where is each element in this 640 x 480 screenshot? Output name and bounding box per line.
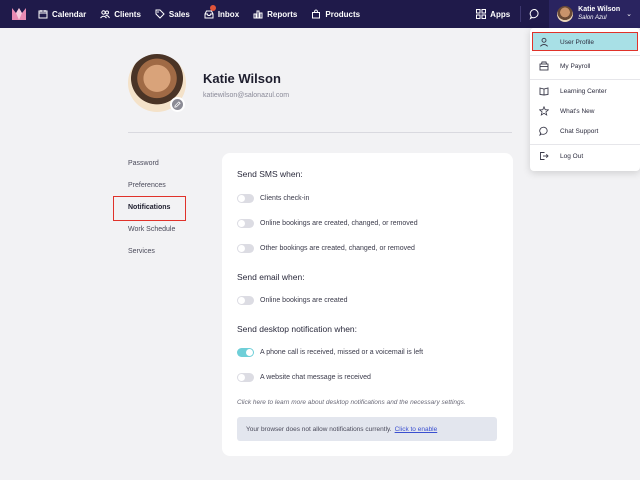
nav-products[interactable]: Products bbox=[311, 9, 360, 19]
clients-icon bbox=[100, 9, 111, 19]
top-navigation: Calendar Clients Sales Inbox Reports Pro… bbox=[0, 0, 640, 28]
inbox-badge bbox=[209, 5, 216, 11]
desktop-phone-call-toggle[interactable] bbox=[237, 348, 254, 357]
browser-notice: Your browser does not allow notification… bbox=[237, 417, 497, 441]
side-menu-password[interactable]: Password bbox=[128, 160, 159, 167]
desktop-website-chat-toggle[interactable] bbox=[237, 373, 254, 382]
user-salon: Salon Azul bbox=[578, 15, 607, 21]
nav-right-group: Apps Katie Wilson Salon Azul ⌄ bbox=[476, 0, 640, 28]
nav-inbox-label: Inbox bbox=[217, 9, 240, 19]
nav-products-label: Products bbox=[325, 9, 361, 19]
menu-divider bbox=[530, 79, 640, 80]
sms-section-title: Send SMS when: bbox=[237, 169, 303, 179]
side-menu-notifications[interactable]: Notifications bbox=[128, 204, 170, 211]
email-online-bookings-toggle[interactable] bbox=[237, 296, 254, 305]
desktop-section-title: Send desktop notification when: bbox=[237, 324, 358, 334]
toggle-label: Online bookings are created bbox=[260, 297, 348, 304]
nav-separator bbox=[520, 6, 522, 22]
user-menu-toggle[interactable]: Katie Wilson Salon Azul ⌄ bbox=[549, 0, 640, 28]
toggle-row: Online bookings are created, changed, or… bbox=[237, 219, 418, 228]
calendar-icon bbox=[38, 9, 48, 19]
side-menu-work-schedule[interactable]: Work Schedule bbox=[128, 226, 175, 233]
sms-clients-checkin-toggle[interactable] bbox=[237, 194, 254, 203]
side-menu-services[interactable]: Services bbox=[128, 248, 155, 255]
nav-clients-label: Clients bbox=[114, 9, 141, 19]
nav-calendar-label: Calendar bbox=[52, 9, 87, 19]
toggle-row: Online bookings are created bbox=[237, 296, 348, 305]
apps-label: Apps bbox=[490, 9, 511, 19]
sms-online-bookings-toggle[interactable] bbox=[237, 219, 254, 228]
nav-inbox[interactable]: Inbox bbox=[204, 5, 240, 19]
bag-icon bbox=[311, 9, 321, 19]
menu-divider bbox=[530, 144, 640, 145]
grid-icon bbox=[476, 9, 487, 19]
nav-reports-label: Reports bbox=[267, 9, 298, 19]
enable-notifications-link[interactable]: Click to enable bbox=[395, 426, 438, 433]
menu-item-label: What's New bbox=[560, 107, 595, 115]
menu-item-label: User Profile bbox=[560, 38, 594, 46]
toggle-row: Clients check-in bbox=[237, 194, 309, 203]
bar-chart-icon bbox=[253, 9, 263, 19]
profile-email: katiewilson@salonazul.com bbox=[203, 92, 290, 99]
menu-whats-new[interactable]: What's New bbox=[530, 101, 640, 121]
toggle-row: A website chat message is received bbox=[237, 373, 371, 382]
toggle-label: Clients check-in bbox=[260, 195, 310, 202]
desktop-help-link[interactable]: Click here to learn more about desktop n… bbox=[237, 399, 466, 406]
profile-name: Katie Wilson bbox=[203, 71, 281, 86]
wallet-icon bbox=[539, 61, 549, 71]
nav-sales[interactable]: Sales bbox=[155, 9, 190, 19]
user-icon bbox=[539, 37, 549, 47]
menu-log-out[interactable]: Log Out bbox=[530, 146, 640, 166]
header-divider bbox=[128, 132, 512, 133]
logout-icon bbox=[540, 152, 549, 160]
email-section-title: Send email when: bbox=[237, 272, 305, 282]
account-dropdown: User Profile My Payroll Learning Center … bbox=[530, 28, 640, 171]
toggle-row: A phone call is received, missed or a vo… bbox=[237, 348, 423, 357]
toggle-row: Other bookings are created, changed, or … bbox=[237, 244, 415, 253]
toggle-label: A phone call is received, missed or a vo… bbox=[260, 349, 424, 356]
book-icon bbox=[539, 87, 549, 96]
menu-item-label: Learning Center bbox=[560, 87, 607, 95]
pencil-icon bbox=[174, 101, 181, 108]
toggle-label: Online bookings are created, changed, or… bbox=[260, 220, 418, 227]
menu-item-label: Chat Support bbox=[560, 127, 599, 135]
apps-button[interactable]: Apps bbox=[476, 9, 510, 19]
chevron-down-icon: ⌄ bbox=[626, 11, 632, 18]
avatar bbox=[557, 6, 574, 22]
brand-logo-icon[interactable] bbox=[12, 8, 26, 20]
user-info: Katie Wilson Salon Azul bbox=[578, 6, 620, 22]
menu-user-profile[interactable]: User Profile bbox=[530, 32, 640, 52]
edit-photo-button[interactable] bbox=[170, 97, 185, 112]
toggle-label: A website chat message is received bbox=[260, 374, 371, 381]
sms-other-bookings-toggle[interactable] bbox=[237, 244, 254, 253]
chat-icon[interactable] bbox=[529, 8, 541, 20]
notice-text: Your browser does not allow notification… bbox=[246, 425, 392, 433]
menu-chat-support[interactable]: Chat Support bbox=[530, 121, 640, 141]
tag-icon bbox=[155, 9, 165, 19]
nav-reports[interactable]: Reports bbox=[253, 9, 297, 19]
chat-bubble-icon bbox=[539, 126, 548, 136]
menu-learning-center[interactable]: Learning Center bbox=[530, 81, 640, 101]
user-name: Katie Wilson bbox=[578, 6, 621, 13]
star-icon bbox=[539, 106, 549, 116]
nav-sales-label: Sales bbox=[168, 9, 190, 19]
side-menu-preferences[interactable]: Preferences bbox=[128, 182, 166, 189]
nav-calendar[interactable]: Calendar bbox=[38, 9, 86, 19]
menu-item-label: My Payroll bbox=[560, 62, 591, 70]
menu-item-label: Log Out bbox=[560, 152, 584, 160]
nav-clients[interactable]: Clients bbox=[100, 9, 141, 19]
toggle-label: Other bookings are created, changed, or … bbox=[260, 245, 415, 252]
menu-my-payroll[interactable]: My Payroll bbox=[530, 56, 640, 76]
